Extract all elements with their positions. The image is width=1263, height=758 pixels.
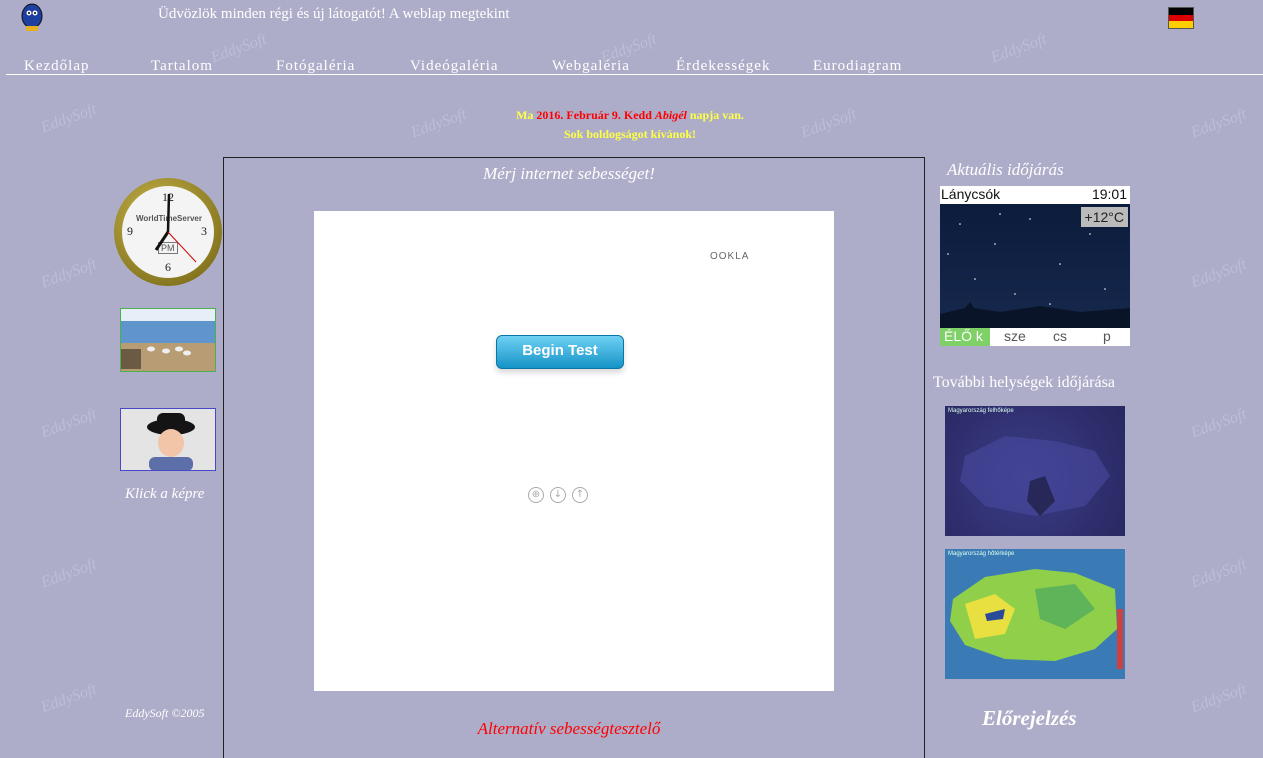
- watermark: EddySoft: [1188, 405, 1249, 442]
- upload-icon: ↑: [572, 487, 588, 503]
- weather-tab-cs[interactable]: cs: [1053, 328, 1067, 344]
- cloud-map-image[interactable]: Magyarország felhőképe: [945, 406, 1125, 536]
- greeting-suffix: napja van.: [689, 108, 744, 122]
- main-nav: Kezdőlap Tartalom Fotógaléria Videógalér…: [6, 56, 1263, 75]
- child-photo-icon: [121, 409, 215, 470]
- ookla-logo[interactable]: OOKLA: [710, 251, 749, 262]
- ping-icon: ⊕: [528, 487, 544, 503]
- weather-header: Lánycsók 19:01: [940, 186, 1130, 204]
- speedtest-icons: ⊕ ↓ ↑: [528, 482, 594, 503]
- seagulls-photo-icon: [121, 309, 215, 371]
- weather-temperature: +12°C: [1080, 207, 1128, 227]
- weather-tabs: ÉLŐ k sze cs p: [940, 328, 1130, 346]
- greeting: Ma 2016. Február 9. Kedd Abigél napja va…: [430, 106, 830, 144]
- nav-webgaleria[interactable]: Webgaléria: [552, 58, 630, 75]
- watermark: EddySoft: [1188, 555, 1249, 592]
- cloud-map-label: Magyarország felhőképe: [948, 408, 1014, 414]
- weather-location: Lánycsók: [941, 186, 1001, 202]
- welcome-marquee: Üdvözlök minden régi és új látogatót! A …: [158, 6, 510, 22]
- watermark: EddySoft: [38, 405, 99, 442]
- weather-tab-live[interactable]: ÉLŐ k: [940, 328, 990, 346]
- copyright-text: EddySoft ©2005: [125, 706, 205, 720]
- heat-map-image[interactable]: Magyarország hőtérképe: [945, 549, 1125, 679]
- site-logo-icon[interactable]: [20, 2, 44, 32]
- greeting-ma: Ma: [516, 108, 534, 122]
- watermark: EddySoft: [38, 255, 99, 292]
- click-image-caption: Klick a képre: [125, 486, 205, 502]
- nav-erdekessegek[interactable]: Érdekességek: [676, 58, 770, 75]
- weather-title: Aktuális időjárás: [947, 160, 1064, 179]
- weather-sky: +12°C: [940, 204, 1130, 328]
- more-weather-title: További helységek időjárása: [933, 374, 1115, 391]
- watermark: EddySoft: [38, 100, 99, 137]
- gallery-thumbnail-beach[interactable]: [120, 308, 216, 372]
- nav-fotogaleria[interactable]: Fotógaléria: [276, 58, 355, 75]
- nav-tartalom[interactable]: Tartalom: [151, 58, 213, 75]
- watermark: EddySoft: [38, 555, 99, 592]
- greeting-date: 2016. Február 9. Kedd: [536, 108, 652, 122]
- weather-widget[interactable]: Lánycsók 19:01 +12°C ÉLŐ k sze cs p: [940, 186, 1130, 346]
- weather-time: 19:01: [1091, 186, 1127, 202]
- weather-tab-p[interactable]: p: [1103, 328, 1111, 344]
- greeting-wish: Sok boldogságot kívánok!: [563, 127, 697, 141]
- watermark: EddySoft: [1188, 255, 1249, 292]
- gallery-thumbnail-child[interactable]: [120, 408, 216, 471]
- heat-map-icon: [950, 569, 1123, 669]
- forecast-title: Előrejelzés: [982, 706, 1077, 730]
- cloud-map-icon: [960, 436, 1110, 516]
- clock-hands-icon: [154, 193, 197, 263]
- watermark: EddySoft: [38, 680, 99, 717]
- clock-face: 12 3 6 9 WorldTimeServer PM: [122, 186, 214, 278]
- german-flag-icon[interactable]: [1168, 7, 1194, 29]
- begin-test-button[interactable]: Begin Test: [496, 335, 624, 369]
- analog-clock[interactable]: 12 3 6 9 WorldTimeServer PM: [114, 178, 222, 286]
- nav-eurodiagram[interactable]: Eurodiagram: [813, 58, 902, 75]
- speedtest-widget: OOKLA Begin Test ⊕ ↓ ↑: [314, 211, 834, 691]
- watermark: EddySoft: [1188, 105, 1249, 142]
- alternative-speedtest-link[interactable]: Alternatív sebességtesztelő: [224, 719, 914, 739]
- nav-videogaleria[interactable]: Videógaléria: [410, 58, 499, 75]
- speedtest-title: Mérj internet sebességet!: [483, 164, 655, 183]
- weather-tab-sze[interactable]: sze: [1004, 328, 1026, 344]
- greeting-name: Abigél: [654, 108, 687, 122]
- download-icon: ↓: [550, 487, 566, 503]
- heat-map-label: Magyarország hőtérképe: [948, 551, 1015, 557]
- watermark: EddySoft: [1188, 680, 1249, 717]
- nav-kezdolap[interactable]: Kezdőlap: [24, 58, 89, 75]
- center-panel: Mérj internet sebességet! OOKLA Begin Te…: [223, 157, 925, 758]
